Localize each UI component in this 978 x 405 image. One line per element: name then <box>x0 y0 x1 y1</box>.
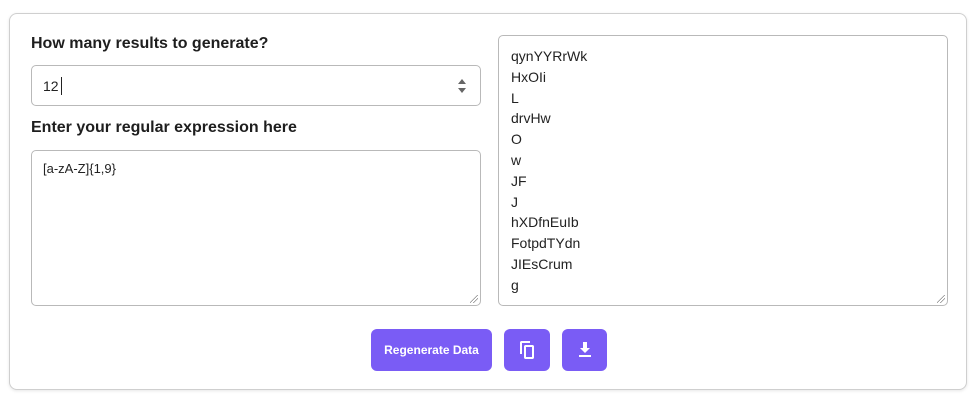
regex-label: Enter your regular expression here <box>31 119 297 136</box>
result-item: w <box>511 151 522 168</box>
regex-textarea[interactable]: [a-zA-Z]{1,9} <box>31 150 481 306</box>
results-list: qynYYRrWk HxOIi LdrvHw Ow JF JhXDfnEuIb FotpdT… <box>511 46 587 296</box>
result-item: g <box>511 276 519 293</box>
result-item: hXDfnEuIb <box>511 214 579 231</box>
stepper-down-icon[interactable] <box>458 88 466 93</box>
result-item: O <box>511 131 522 148</box>
result-item: HxOIi <box>511 68 546 85</box>
result-item: drvHw <box>511 110 551 127</box>
result-item: FotpdTYdn <box>511 235 581 252</box>
result-item: L <box>511 89 519 106</box>
generator-card: How many results to generate? 12 Enter y… <box>9 13 967 390</box>
download-icon <box>578 342 591 357</box>
resize-grip-icon[interactable] <box>937 295 945 303</box>
result-item: J <box>511 193 518 210</box>
copy-button[interactable] <box>504 329 550 371</box>
result-item: JIEsCrum <box>511 255 573 272</box>
count-value: 12 <box>43 78 59 94</box>
count-stepper[interactable] <box>458 77 468 95</box>
results-textarea[interactable]: qynYYRrWk HxOIi LdrvHw Ow JF JhXDfnEuIb FotpdT… <box>498 35 948 306</box>
regex-value: [a-zA-Z]{1,9} <box>43 161 116 176</box>
download-button[interactable] <box>562 329 607 371</box>
result-item: qynYYRrWk <box>511 48 588 64</box>
count-label: How many results to generate? <box>31 35 269 52</box>
resize-grip-icon[interactable] <box>470 295 478 303</box>
regenerate-button[interactable]: Regenerate Data <box>371 329 492 371</box>
result-item: JF <box>511 172 527 189</box>
copy-icon <box>520 341 534 359</box>
stepper-up-icon[interactable] <box>458 79 466 84</box>
text-caret <box>61 77 62 95</box>
count-input[interactable]: 12 <box>31 65 481 106</box>
